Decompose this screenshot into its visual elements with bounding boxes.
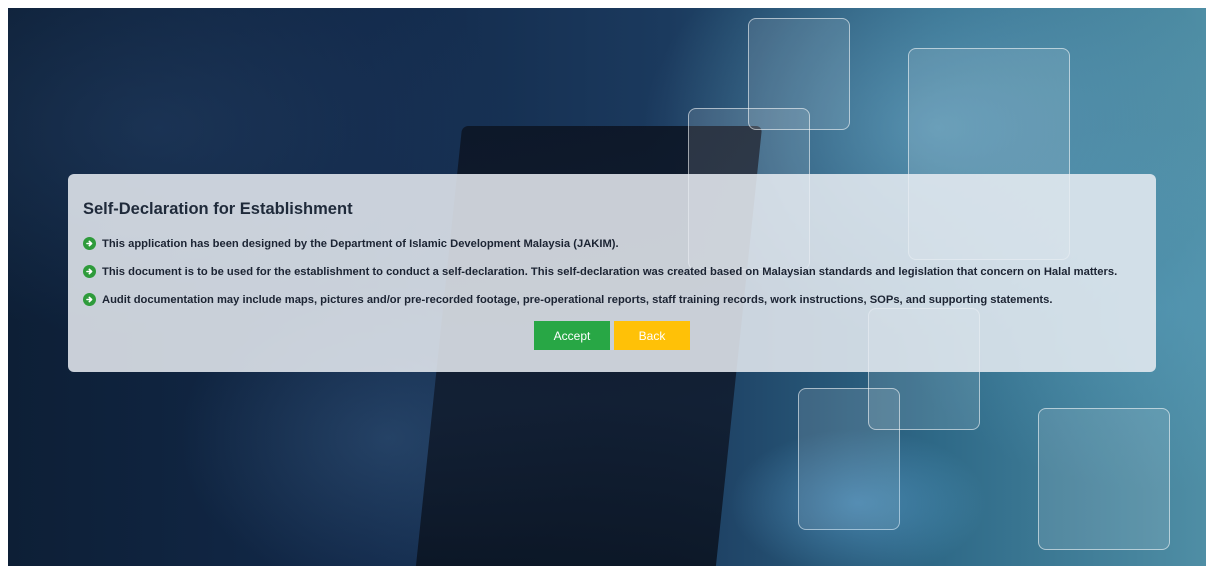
arrow-circle-right-icon <box>83 237 96 250</box>
accept-button[interactable]: Accept <box>534 321 610 350</box>
action-buttons: Accept Back <box>83 321 1141 350</box>
panel-title: Self-Declaration for Establishment <box>83 200 353 218</box>
info-item-text: This document is to be used for the esta… <box>102 265 1118 278</box>
info-item-text: Audit documentation may include maps, pi… <box>102 293 1053 306</box>
arrow-circle-right-icon <box>83 265 96 278</box>
info-item: This document is to be used for the esta… <box>83 265 1141 278</box>
info-item: Audit documentation may include maps, pi… <box>83 293 1141 306</box>
arrow-circle-right-icon <box>83 293 96 306</box>
self-declaration-panel: Self-Declaration for Establishment This … <box>68 174 1156 372</box>
info-item: This application has been designed by th… <box>83 237 1141 250</box>
background-keyboard-glow <box>728 428 988 566</box>
background-hologram-5 <box>1038 408 1170 550</box>
back-button[interactable]: Back <box>614 321 690 350</box>
info-item-text: This application has been designed by th… <box>102 237 619 250</box>
